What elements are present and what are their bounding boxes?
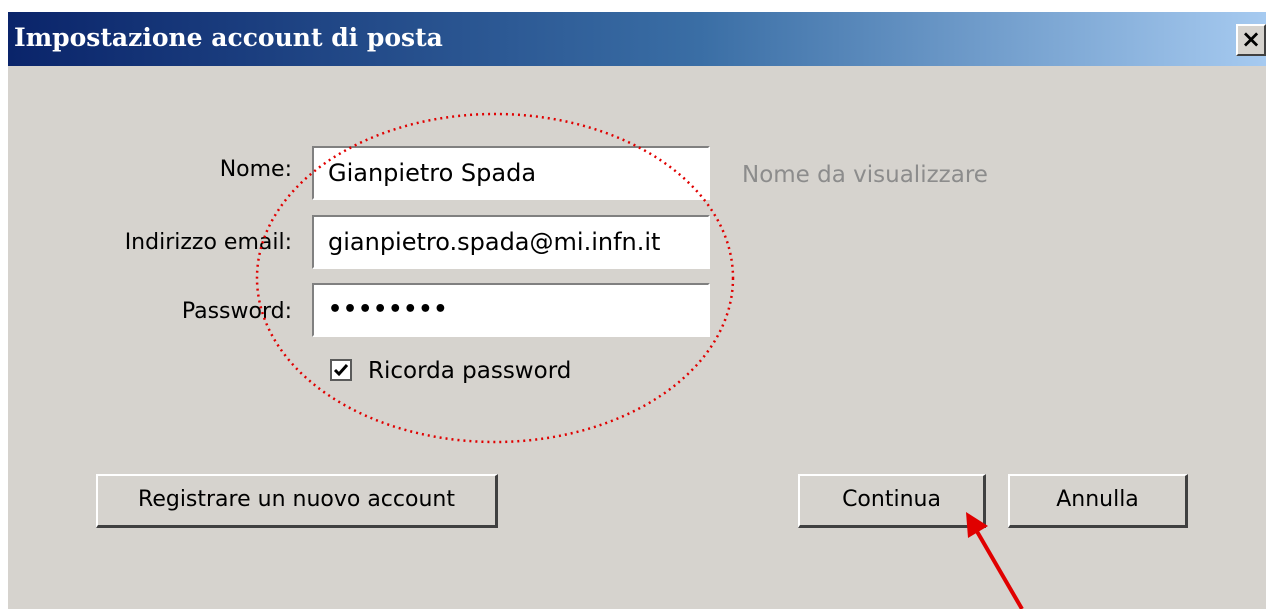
- mail-account-setup-dialog: Impostazione account di posta × Nome: Gi…: [8, 12, 1266, 609]
- password-input[interactable]: ••••••••: [312, 283, 710, 337]
- email-label: Indirizzo email:: [124, 230, 292, 255]
- register-account-button[interactable]: Registrare un nuovo account: [96, 474, 498, 528]
- cancel-button[interactable]: Annulla: [1008, 474, 1188, 528]
- title-bar: Impostazione account di posta ×: [8, 12, 1266, 66]
- window-title: Impostazione account di posta: [14, 23, 443, 52]
- password-label: Password:: [181, 299, 292, 324]
- name-hint: Nome da visualizzare: [742, 162, 988, 188]
- checkmark-icon: [333, 364, 349, 377]
- name-input[interactable]: Gianpietro Spada: [312, 146, 710, 200]
- remember-password-label: Ricorda password: [368, 358, 572, 384]
- email-input[interactable]: gianpietro.spada@mi.infn.it: [312, 215, 710, 269]
- continue-button[interactable]: Continua: [798, 474, 986, 528]
- name-label: Nome:: [219, 157, 292, 182]
- close-button[interactable]: ×: [1236, 24, 1266, 56]
- remember-password-checkbox[interactable]: [330, 359, 352, 381]
